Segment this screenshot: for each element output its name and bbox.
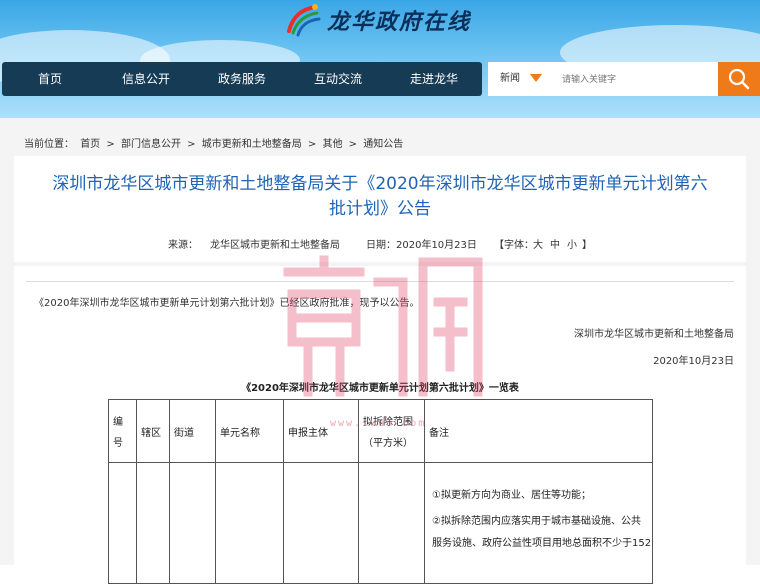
- search-category-select[interactable]: 新闻: [500, 62, 520, 96]
- nav-item-interaction[interactable]: 互动交流: [290, 62, 386, 96]
- remark-line-1: ①拟更新方向为商业、居住等功能；: [432, 490, 591, 501]
- title-line-1: 深圳市龙华区城市更新和土地整备局关于《2020年深圳市龙华区城市更新单元计划第六: [52, 174, 708, 194]
- logo-emblem-icon: [287, 4, 321, 37]
- publish-date: 日期：2020年10月23日: [366, 240, 477, 251]
- breadcrumb-separator: >: [348, 139, 358, 150]
- breadcrumb-separator: >: [187, 139, 196, 150]
- breadcrumb-other[interactable]: 其他: [322, 139, 342, 150]
- signature: 深圳市龙华区城市更新和土地整备局: [574, 329, 734, 340]
- table-cell: [108, 462, 137, 584]
- breadcrumb-separator: >: [307, 139, 317, 150]
- table-cell: [283, 462, 359, 584]
- logo-text: 龙华政府在线: [327, 9, 472, 35]
- col-header-applicant: 申报主体: [283, 399, 359, 463]
- font-size-medium[interactable]: 中: [550, 236, 560, 251]
- main-area: 当前位置： 首页 > 部门信息公开 > 城市更新和土地整备局 > 其他 > 通知…: [0, 118, 760, 584]
- breadcrumb-separator: >: [106, 139, 115, 150]
- table-cell: [136, 462, 170, 584]
- nav-item-about-longhua[interactable]: 走进龙华: [386, 62, 482, 96]
- main-nav: 首页 信息公开 政务服务 互动交流 走进龙华: [2, 62, 482, 96]
- col-header-number-line1: 编: [113, 417, 123, 428]
- table-title: 《2020年深圳市龙华区城市更新单元计划第六批计划》一览表: [241, 383, 519, 394]
- search-icon: [728, 68, 750, 90]
- table-cell: [169, 462, 216, 584]
- col-header-remarks: 备注: [424, 399, 653, 463]
- search-button[interactable]: [718, 62, 760, 96]
- article-header: 深圳市龙华区城市更新和土地整备局关于《2020年深圳市龙华区城市更新单元计划第六…: [14, 156, 746, 262]
- table-cell: [358, 462, 425, 584]
- article-body: 《2020年深圳市龙华区城市更新单元计划第六批计划》已经区政府批准，现予以公告。…: [14, 266, 746, 584]
- breadcrumb-notice[interactable]: 通知公告: [363, 139, 403, 150]
- remark-line-3: 服务设施、政府公益性项目用地总面积不少于152: [432, 538, 652, 549]
- table-cell: [215, 462, 284, 584]
- font-size-close: 】: [582, 240, 592, 251]
- nav-item-government-service[interactable]: 政务服务: [194, 62, 290, 96]
- col-header-unit-name: 单元名称: [215, 399, 284, 463]
- remark-line-2: ②拟拆除范围内应落实用于城市基础设施、公共: [432, 516, 641, 527]
- breadcrumb-bureau[interactable]: 城市更新和土地整备局: [202, 139, 302, 150]
- caret-down-icon[interactable]: [530, 74, 542, 82]
- font-size-label: 【字体：: [494, 240, 534, 251]
- search-box: 新闻: [488, 62, 760, 96]
- col-header-street: 街道: [169, 399, 216, 463]
- nav-item-info-disclosure[interactable]: 信息公开: [98, 62, 194, 96]
- breadcrumb-dept-info[interactable]: 部门信息公开: [121, 139, 181, 150]
- col-header-district: 辖区: [136, 399, 170, 463]
- table-header-row: 编 号 辖区 街道 单元名称 申报主体 拟拆除范围 （平方米） 备注: [108, 399, 653, 463]
- col-header-number: 编 号: [108, 399, 137, 463]
- divider: [26, 281, 734, 282]
- col-header-area: 拟拆除范围 （平方米）: [358, 399, 425, 463]
- source-value: 龙华区城市更新和土地整备局: [210, 240, 340, 251]
- breadcrumb-home[interactable]: 首页: [80, 139, 100, 150]
- col-header-area-line2: （平方米）: [363, 438, 413, 449]
- site-logo[interactable]: 龙华政府在线: [285, 2, 471, 38]
- breadcrumb-label: 当前位置：: [24, 139, 74, 150]
- watermark-url: www.1wan.com: [330, 418, 427, 429]
- font-size-small[interactable]: 小: [567, 236, 577, 251]
- source-label: 来源：: [168, 240, 198, 251]
- page-title: 深圳市龙华区城市更新和土地整备局关于《2020年深圳市龙华区城市更新单元计划第六…: [14, 172, 746, 222]
- breadcrumb: 当前位置： 首页 > 部门信息公开 > 城市更新和土地整备局 > 其他 > 通知…: [24, 135, 406, 150]
- search-input[interactable]: [560, 69, 714, 91]
- nav-item-home[interactable]: 首页: [2, 62, 98, 96]
- title-line-2: 批计划》公告: [329, 199, 431, 219]
- top-banner: 龙华政府在线 首页 信息公开 政务服务 互动交流 走进龙华 新闻: [0, 0, 760, 118]
- font-size-large[interactable]: 大: [533, 236, 543, 251]
- sign-date: 2020年10月23日: [653, 356, 734, 367]
- body-paragraph: 《2020年深圳市龙华区城市更新单元计划第六批计划》已经区政府批准，现予以公告。: [34, 298, 420, 309]
- col-header-number-line2: 号: [113, 438, 123, 449]
